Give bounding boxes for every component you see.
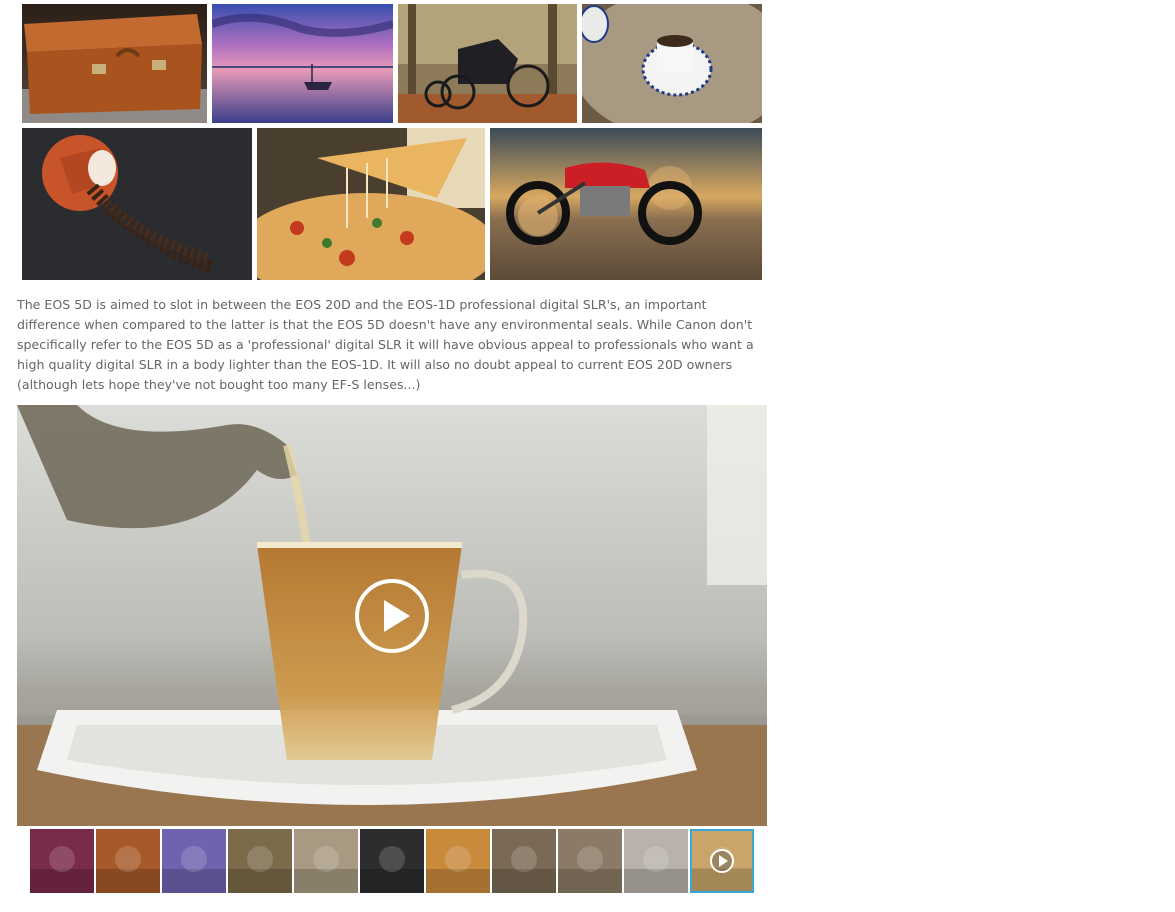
video-player[interactable]	[17, 405, 767, 826]
thumbnail-item[interactable]	[624, 829, 688, 893]
gallery-image-suitcase[interactable]	[22, 4, 207, 123]
thumbnail-item[interactable]	[294, 829, 358, 893]
thumbnail-item[interactable]	[492, 829, 556, 893]
gallery-image-motorcycle[interactable]	[490, 128, 762, 280]
gallery-image-carriage[interactable]	[398, 4, 577, 123]
thumbnail-item[interactable]	[96, 829, 160, 893]
thumbnail-item[interactable]	[30, 829, 94, 893]
gallery-image-boat-sunset[interactable]	[212, 4, 393, 123]
thumbnail-item[interactable]	[162, 829, 226, 893]
thumbnail-item[interactable]	[360, 829, 424, 893]
thumbnail-item[interactable]	[426, 829, 490, 893]
gallery-image-coffee-beans[interactable]	[22, 128, 252, 280]
play-circle-icon[interactable]	[354, 578, 430, 654]
thumbnail-item[interactable]	[558, 829, 622, 893]
gallery-image-pizza[interactable]	[257, 128, 485, 280]
thumbnail-item[interactable]	[690, 829, 754, 893]
article-caption: The EOS 5D is aimed to slot in between t…	[17, 297, 754, 392]
thumbnail-item[interactable]	[228, 829, 292, 893]
play-circle-icon	[709, 848, 735, 874]
gallery-image-espresso[interactable]	[582, 4, 762, 123]
thumbnail-strip	[30, 829, 760, 893]
